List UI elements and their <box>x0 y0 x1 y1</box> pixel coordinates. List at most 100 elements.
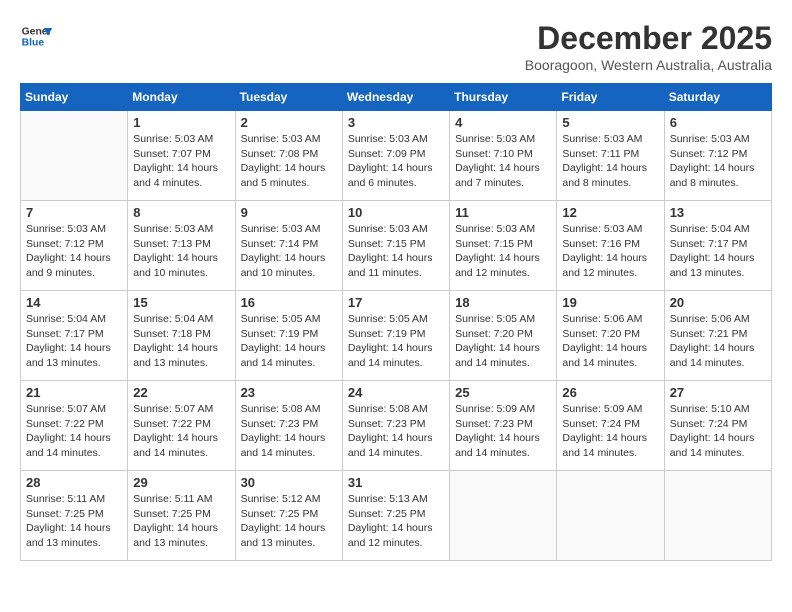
day-info: Sunrise: 5:03 AM Sunset: 7:16 PM Dayligh… <box>562 222 658 281</box>
day-number: 20 <box>670 295 766 310</box>
day-number: 11 <box>455 205 551 220</box>
day-number: 15 <box>133 295 229 310</box>
day-number: 19 <box>562 295 658 310</box>
weekday-header-friday: Friday <box>557 84 664 111</box>
logo: General Blue <box>20 20 52 52</box>
calendar-cell: 29 Sunrise: 5:11 AM Sunset: 7:25 PM Dayli… <box>128 471 235 561</box>
day-number: 29 <box>133 475 229 490</box>
day-info: Sunrise: 5:10 AM Sunset: 7:24 PM Dayligh… <box>670 402 766 461</box>
weekday-header-tuesday: Tuesday <box>235 84 342 111</box>
calendar-cell: 30Sunrise: 5:12 AM Sunset: 7:25 PM Dayli… <box>235 471 342 561</box>
day-number: 1 <box>133 115 229 130</box>
calendar-cell: 5 Sunrise: 5:03 AM Sunset: 7:11 PM Daylig… <box>557 111 664 201</box>
calendar-cell: 4Sunrise: 5:03 AM Sunset: 7:10 PM Daylig… <box>450 111 557 201</box>
day-info: Sunrise: 5:03 AM Sunset: 7:09 PM Dayligh… <box>348 132 444 191</box>
calendar-cell: 19Sunrise: 5:06 AM Sunset: 7:20 PM Dayli… <box>557 291 664 381</box>
month-title: December 2025 <box>525 20 772 57</box>
calendar-cell: 12 Sunrise: 5:03 AM Sunset: 7:16 PM Dayli… <box>557 201 664 291</box>
day-number: 9 <box>241 205 337 220</box>
day-info: Sunrise: 5:03 AM Sunset: 7:10 PM Dayligh… <box>455 132 551 191</box>
calendar-cell: 28 Sunrise: 5:11 AM Sunset: 7:25 PM Dayli… <box>21 471 128 561</box>
svg-text:Blue: Blue <box>22 38 45 49</box>
day-number: 31 <box>348 475 444 490</box>
calendar-cell: 25 Sunrise: 5:09 AM Sunset: 7:23 PM Dayli… <box>450 381 557 471</box>
day-info: Sunrise: 5:07 AM Sunset: 7:22 PM Dayligh… <box>133 402 229 461</box>
calendar-cell <box>664 471 771 561</box>
calendar-cell <box>21 111 128 201</box>
calendar-cell: 26 Sunrise: 5:09 AM Sunset: 7:24 PM Dayli… <box>557 381 664 471</box>
calendar-cell: 15 Sunrise: 5:04 AM Sunset: 7:18 PM Dayli… <box>128 291 235 381</box>
calendar-cell: 3 Sunrise: 5:03 AM Sunset: 7:09 PM Daylig… <box>342 111 449 201</box>
day-number: 3 <box>348 115 444 130</box>
calendar-cell: 6 Sunrise: 5:03 AM Sunset: 7:12 PM Daylig… <box>664 111 771 201</box>
page-header: General Blue December 2025 Booragoon, We… <box>20 20 772 73</box>
calendar-cell: 31 Sunrise: 5:13 AM Sunset: 7:25 PM Dayli… <box>342 471 449 561</box>
day-number: 28 <box>26 475 122 490</box>
day-info: Sunrise: 5:03 AM Sunset: 7:11 PM Dayligh… <box>562 132 658 191</box>
day-number: 22 <box>133 385 229 400</box>
day-number: 14 <box>26 295 122 310</box>
day-number: 12 <box>562 205 658 220</box>
week-row-3: 14 Sunrise: 5:04 AM Sunset: 7:17 PM Dayli… <box>21 291 772 381</box>
day-info: Sunrise: 5:09 AM Sunset: 7:23 PM Dayligh… <box>455 402 551 461</box>
day-number: 21 <box>26 385 122 400</box>
day-number: 25 <box>455 385 551 400</box>
day-info: Sunrise: 5:03 AM Sunset: 7:13 PM Dayligh… <box>133 222 229 281</box>
calendar-cell: 14 Sunrise: 5:04 AM Sunset: 7:17 PM Dayli… <box>21 291 128 381</box>
day-info: Sunrise: 5:11 AM Sunset: 7:25 PM Dayligh… <box>133 492 229 551</box>
day-info: Sunrise: 5:09 AM Sunset: 7:24 PM Dayligh… <box>562 402 658 461</box>
day-info: Sunrise: 5:03 AM Sunset: 7:14 PM Dayligh… <box>241 222 337 281</box>
weekday-header-saturday: Saturday <box>664 84 771 111</box>
logo-icon: General Blue <box>20 20 52 52</box>
weekday-header-thursday: Thursday <box>450 84 557 111</box>
calendar-cell: 1 Sunrise: 5:03 AM Sunset: 7:07 PM Daylig… <box>128 111 235 201</box>
day-number: 23 <box>241 385 337 400</box>
day-info: Sunrise: 5:11 AM Sunset: 7:25 PM Dayligh… <box>26 492 122 551</box>
calendar-cell: 8Sunrise: 5:03 AM Sunset: 7:13 PM Daylig… <box>128 201 235 291</box>
week-row-2: 7Sunrise: 5:03 AM Sunset: 7:12 PM Daylig… <box>21 201 772 291</box>
day-number: 24 <box>348 385 444 400</box>
day-number: 16 <box>241 295 337 310</box>
calendar-cell: 21 Sunrise: 5:07 AM Sunset: 7:22 PM Dayli… <box>21 381 128 471</box>
calendar-cell: 10Sunrise: 5:03 AM Sunset: 7:15 PM Dayli… <box>342 201 449 291</box>
calendar-cell: 27 Sunrise: 5:10 AM Sunset: 7:24 PM Dayli… <box>664 381 771 471</box>
day-info: Sunrise: 5:04 AM Sunset: 7:18 PM Dayligh… <box>133 312 229 371</box>
calendar-cell: 20 Sunrise: 5:06 AM Sunset: 7:21 PM Dayli… <box>664 291 771 381</box>
day-info: Sunrise: 5:04 AM Sunset: 7:17 PM Dayligh… <box>670 222 766 281</box>
day-info: Sunrise: 5:05 AM Sunset: 7:19 PM Dayligh… <box>241 312 337 371</box>
day-number: 13 <box>670 205 766 220</box>
day-number: 17 <box>348 295 444 310</box>
calendar-table: SundayMondayTuesdayWednesdayThursdayFrid… <box>20 83 772 561</box>
day-info: Sunrise: 5:05 AM Sunset: 7:19 PM Dayligh… <box>348 312 444 371</box>
day-number: 27 <box>670 385 766 400</box>
day-info: Sunrise: 5:04 AM Sunset: 7:17 PM Dayligh… <box>26 312 122 371</box>
calendar-cell: 9 Sunrise: 5:03 AM Sunset: 7:14 PM Daylig… <box>235 201 342 291</box>
calendar-cell: 17 Sunrise: 5:05 AM Sunset: 7:19 PM Dayli… <box>342 291 449 381</box>
weekday-header-wednesday: Wednesday <box>342 84 449 111</box>
weekday-header-sunday: Sunday <box>21 84 128 111</box>
day-info: Sunrise: 5:03 AM Sunset: 7:12 PM Dayligh… <box>26 222 122 281</box>
day-info: Sunrise: 5:06 AM Sunset: 7:21 PM Dayligh… <box>670 312 766 371</box>
day-info: Sunrise: 5:03 AM Sunset: 7:07 PM Dayligh… <box>133 132 229 191</box>
day-number: 18 <box>455 295 551 310</box>
day-number: 10 <box>348 205 444 220</box>
calendar-cell: 16 Sunrise: 5:05 AM Sunset: 7:19 PM Dayli… <box>235 291 342 381</box>
week-row-1: 1 Sunrise: 5:03 AM Sunset: 7:07 PM Daylig… <box>21 111 772 201</box>
title-block: December 2025 Booragoon, Western Austral… <box>525 20 772 73</box>
week-row-4: 21 Sunrise: 5:07 AM Sunset: 7:22 PM Dayli… <box>21 381 772 471</box>
day-info: Sunrise: 5:07 AM Sunset: 7:22 PM Dayligh… <box>26 402 122 461</box>
weekday-header-row: SundayMondayTuesdayWednesdayThursdayFrid… <box>21 84 772 111</box>
calendar-cell: 2Sunrise: 5:03 AM Sunset: 7:08 PM Daylig… <box>235 111 342 201</box>
calendar-cell: 23Sunrise: 5:08 AM Sunset: 7:23 PM Dayli… <box>235 381 342 471</box>
day-number: 5 <box>562 115 658 130</box>
day-info: Sunrise: 5:03 AM Sunset: 7:12 PM Dayligh… <box>670 132 766 191</box>
calendar-cell: 22 Sunrise: 5:07 AM Sunset: 7:22 PM Dayli… <box>128 381 235 471</box>
calendar-cell <box>450 471 557 561</box>
day-info: Sunrise: 5:05 AM Sunset: 7:20 PM Dayligh… <box>455 312 551 371</box>
calendar-cell: 18 Sunrise: 5:05 AM Sunset: 7:20 PM Dayli… <box>450 291 557 381</box>
calendar-cell: 11Sunrise: 5:03 AM Sunset: 7:15 PM Dayli… <box>450 201 557 291</box>
day-number: 26 <box>562 385 658 400</box>
day-number: 6 <box>670 115 766 130</box>
calendar-cell: 13 Sunrise: 5:04 AM Sunset: 7:17 PM Dayli… <box>664 201 771 291</box>
day-info: Sunrise: 5:13 AM Sunset: 7:25 PM Dayligh… <box>348 492 444 551</box>
